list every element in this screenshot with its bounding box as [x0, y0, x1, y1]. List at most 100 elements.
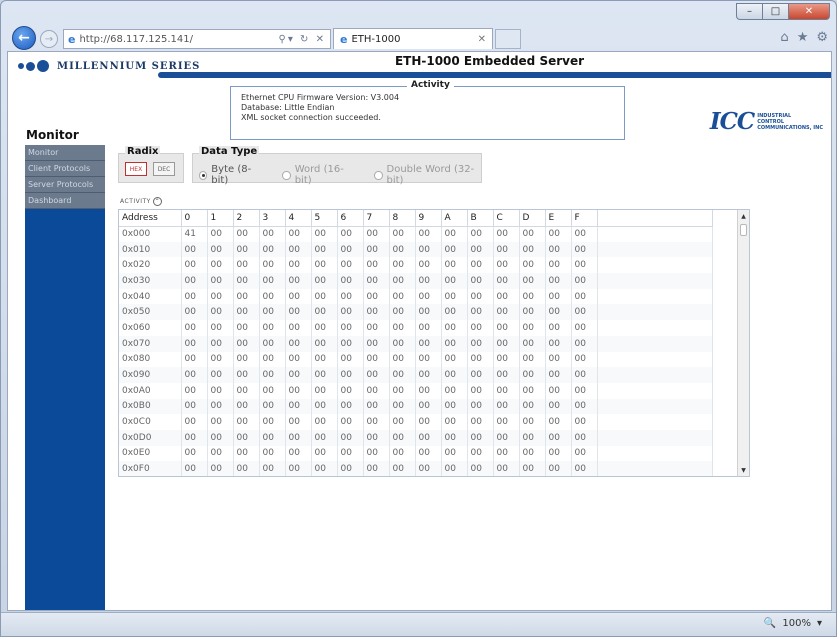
byte-cell[interactable]: 00 — [389, 367, 416, 383]
byte-cell[interactable]: 00 — [337, 429, 364, 446]
byte-cell[interactable]: 00 — [415, 257, 442, 274]
byte-cell[interactable]: 00 — [311, 367, 338, 383]
byte-cell[interactable]: 00 — [285, 351, 312, 368]
byte-cell[interactable]: 00 — [545, 273, 572, 289]
byte-cell[interactable]: 00 — [519, 461, 546, 476]
byte-cell[interactable]: 00 — [207, 288, 234, 305]
byte-cell[interactable]: 00 — [363, 320, 390, 336]
byte-cell[interactable]: 00 — [311, 429, 338, 446]
byte-cell[interactable]: 00 — [545, 226, 572, 242]
byte-cell[interactable]: 00 — [467, 445, 494, 462]
byte-cell[interactable]: 00 — [519, 304, 546, 321]
radix-hex-button[interactable]: HEX — [125, 162, 147, 176]
byte-cell[interactable]: 00 — [363, 304, 390, 321]
byte-cell[interactable]: 00 — [337, 367, 364, 383]
table-scrollbar[interactable]: ▲ ▼ — [737, 210, 749, 476]
byte-cell[interactable]: 00 — [181, 414, 208, 430]
byte-cell[interactable]: 00 — [571, 429, 598, 446]
byte-cell[interactable]: 00 — [467, 398, 494, 415]
byte-cell[interactable]: 00 — [415, 445, 442, 462]
byte-cell[interactable]: 00 — [493, 445, 520, 462]
byte-cell[interactable]: 00 — [337, 398, 364, 415]
byte-cell[interactable]: 00 — [571, 351, 598, 368]
byte-cell[interactable]: 00 — [389, 320, 416, 336]
byte-cell[interactable]: 00 — [415, 351, 442, 368]
byte-cell[interactable]: 00 — [467, 461, 494, 476]
forward-button[interactable]: → — [40, 30, 58, 48]
byte-cell[interactable]: 00 — [545, 382, 572, 399]
byte-cell[interactable]: 00 — [571, 226, 598, 242]
byte-cell[interactable]: 00 — [389, 445, 416, 462]
byte-cell[interactable]: 00 — [545, 445, 572, 462]
byte-cell[interactable]: 00 — [259, 304, 286, 321]
byte-cell[interactable]: 00 — [259, 273, 286, 289]
byte-cell[interactable]: 00 — [545, 367, 572, 383]
byte-cell[interactable]: 00 — [259, 320, 286, 336]
byte-cell[interactable]: 00 — [441, 414, 468, 430]
byte-cell[interactable]: 00 — [415, 414, 442, 430]
byte-cell[interactable]: 00 — [545, 320, 572, 336]
byte-cell[interactable]: 00 — [337, 382, 364, 399]
byte-cell[interactable]: 00 — [233, 367, 260, 383]
byte-cell[interactable]: 00 — [259, 288, 286, 305]
byte-cell[interactable]: 00 — [311, 304, 338, 321]
byte-cell[interactable]: 00 — [441, 335, 468, 352]
byte-cell[interactable]: 00 — [545, 398, 572, 415]
maximize-button[interactable]: □ — [762, 3, 788, 20]
byte-cell[interactable]: 00 — [259, 429, 286, 446]
byte-cell[interactable]: 00 — [311, 382, 338, 399]
byte-cell[interactable]: 00 — [233, 414, 260, 430]
byte-cell[interactable]: 00 — [571, 414, 598, 430]
byte-cell[interactable]: 00 — [285, 273, 312, 289]
sidebar-item-client-protocols[interactable]: Client Protocols — [25, 161, 105, 177]
byte-cell[interactable]: 00 — [233, 288, 260, 305]
byte-cell[interactable]: 00 — [311, 288, 338, 305]
byte-cell[interactable]: 00 — [181, 398, 208, 415]
byte-cell[interactable]: 00 — [389, 414, 416, 430]
byte-cell[interactable]: 00 — [441, 398, 468, 415]
byte-cell[interactable]: 00 — [207, 226, 234, 242]
byte-cell[interactable]: 00 — [415, 398, 442, 415]
close-window-button[interactable]: ✕ — [788, 3, 830, 20]
byte-cell[interactable]: 00 — [415, 304, 442, 321]
byte-cell[interactable]: 00 — [259, 257, 286, 274]
byte-cell[interactable]: 00 — [285, 335, 312, 352]
byte-cell[interactable]: 00 — [389, 461, 416, 476]
byte-cell[interactable]: 00 — [467, 429, 494, 446]
byte-cell[interactable]: 00 — [285, 461, 312, 476]
byte-cell[interactable]: 00 — [493, 273, 520, 289]
byte-cell[interactable]: 00 — [519, 226, 546, 242]
byte-cell[interactable]: 00 — [571, 445, 598, 462]
byte-cell[interactable]: 00 — [545, 241, 572, 258]
minimize-button[interactable]: – — [736, 3, 762, 20]
byte-cell[interactable]: 00 — [311, 257, 338, 274]
byte-cell[interactable]: 00 — [519, 241, 546, 258]
byte-cell[interactable]: 00 — [493, 351, 520, 368]
byte-cell[interactable]: 00 — [259, 414, 286, 430]
byte-cell[interactable]: 00 — [389, 241, 416, 258]
byte-cell[interactable]: 00 — [233, 398, 260, 415]
byte-cell[interactable]: 00 — [493, 288, 520, 305]
byte-cell[interactable]: 00 — [571, 257, 598, 274]
byte-cell[interactable]: 00 — [571, 382, 598, 399]
byte-cell[interactable]: 00 — [467, 226, 494, 242]
byte-cell[interactable]: 00 — [337, 304, 364, 321]
new-tab-button[interactable] — [495, 29, 521, 49]
byte-cell[interactable]: 00 — [519, 398, 546, 415]
byte-cell[interactable]: 00 — [337, 351, 364, 368]
byte-cell[interactable]: 00 — [181, 288, 208, 305]
byte-cell[interactable]: 00 — [207, 414, 234, 430]
byte-cell[interactable]: 00 — [181, 241, 208, 258]
byte-cell[interactable]: 00 — [415, 241, 442, 258]
byte-cell[interactable]: 00 — [311, 226, 338, 242]
byte-cell[interactable]: 00 — [207, 351, 234, 368]
byte-cell[interactable]: 00 — [467, 304, 494, 321]
byte-cell[interactable]: 00 — [285, 304, 312, 321]
byte-cell[interactable]: 00 — [415, 226, 442, 242]
byte-cell[interactable]: 00 — [181, 382, 208, 399]
byte-cell[interactable]: 00 — [571, 241, 598, 258]
byte-cell[interactable]: 00 — [467, 414, 494, 430]
byte-cell[interactable]: 00 — [337, 226, 364, 242]
byte-cell[interactable]: 00 — [181, 273, 208, 289]
byte-cell[interactable]: 00 — [259, 351, 286, 368]
